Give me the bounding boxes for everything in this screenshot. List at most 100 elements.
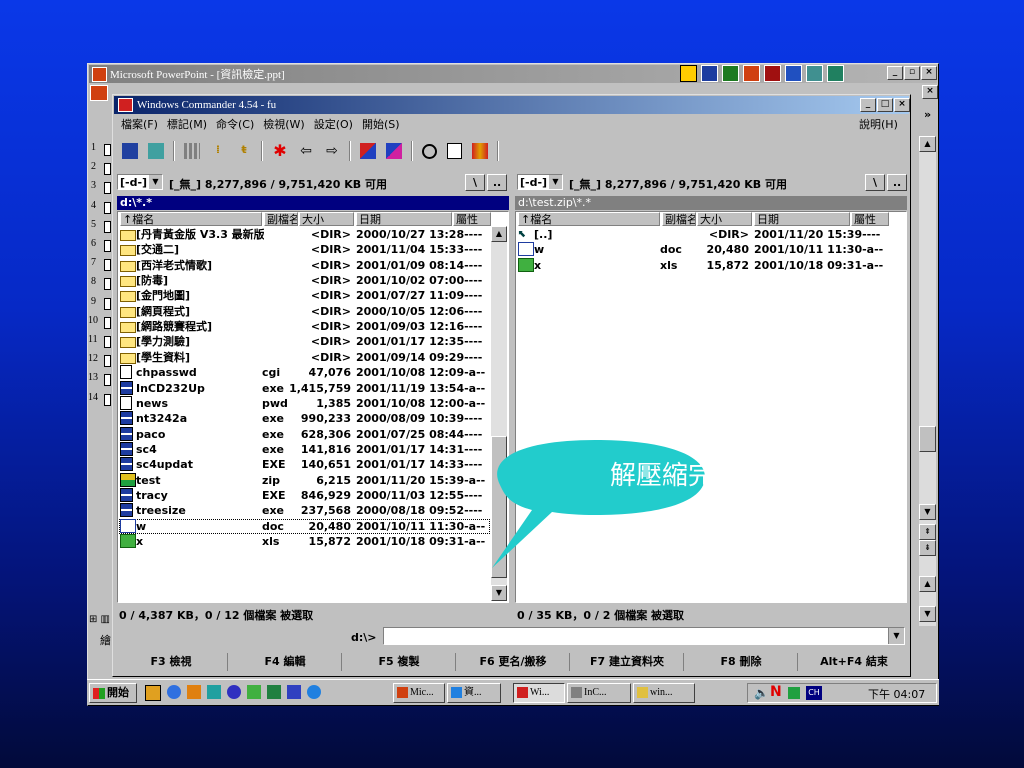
outlook-shortcut-icon[interactable]	[785, 65, 802, 82]
slide-number[interactable]: 4	[91, 200, 96, 211]
slide-number[interactable]: 13	[88, 372, 98, 383]
next-slide-icon[interactable]: ⇟	[919, 540, 936, 556]
column-header[interactable]: ↑檔名	[518, 212, 660, 226]
fkey-button[interactable]: F7 建立資料夾	[571, 653, 684, 671]
file-row[interactable]: x xls 15,872 2001/10/18 09:31-a--	[517, 257, 888, 273]
word-shortcut-icon[interactable]	[701, 65, 718, 82]
scroll-down-icon[interactable]: ▼	[919, 504, 936, 520]
file-row[interactable]: [學力測驗] <DIR> 2001/01/17 12:35----	[119, 334, 490, 349]
access-shortcut-icon[interactable]	[764, 65, 781, 82]
column-header[interactable]: ↑檔名	[120, 212, 262, 226]
column-header[interactable]: 日期	[356, 212, 452, 226]
file-row[interactable]: ⬉ [..] <DIR> 2001/11/20 15:39----	[517, 227, 888, 242]
slide-thumb-icon[interactable]	[104, 316, 111, 329]
menu-help[interactable]: 說明(H)	[859, 117, 898, 133]
slide-thumb-icon[interactable]	[104, 355, 111, 368]
fkey-button[interactable]: Alt+F4 結束	[799, 653, 909, 671]
column-header[interactable]: 大小	[697, 212, 752, 226]
right-up-button[interactable]: ..	[887, 174, 907, 191]
file-row[interactable]: [金門地圖] <DIR> 2001/07/27 11:09----	[119, 288, 490, 303]
unpack-icon[interactable]	[386, 143, 402, 159]
slide-thumb-icon[interactable]	[104, 201, 111, 214]
excel-shortcut-icon[interactable]	[722, 65, 739, 82]
find-icon[interactable]	[422, 143, 437, 159]
tools-icon[interactable]	[247, 685, 261, 699]
task-button[interactable]: win...	[633, 683, 695, 703]
left-scroll-down-icon[interactable]: ▼	[491, 585, 507, 601]
brief-view-icon[interactable]	[184, 143, 200, 159]
powerpoint-shortcut-icon[interactable]	[743, 65, 760, 82]
left-up-button[interactable]: ..	[487, 174, 507, 191]
column-header[interactable]: 屬性	[453, 212, 491, 226]
wc-titlebar[interactable]: Windows Commander 4.54 - fu	[114, 96, 909, 114]
commander-icon[interactable]	[287, 685, 301, 699]
start-button[interactable]: 開始	[89, 683, 137, 703]
slide-number[interactable]: 11	[88, 334, 98, 345]
fkey-button[interactable]: F4 編輯	[229, 653, 342, 671]
close-button[interactable]: ×	[921, 66, 937, 80]
ime-icon[interactable]: CH	[806, 686, 822, 700]
column-header[interactable]: 副檔名	[264, 212, 298, 226]
slide-number[interactable]: 9	[91, 296, 96, 307]
fkey-button[interactable]: F6 更名/搬移	[457, 653, 570, 671]
view-buttons[interactable]: ⊞ ▥	[89, 614, 113, 628]
fkey-button[interactable]: F8 刪除	[685, 653, 798, 671]
volume-icon[interactable]: 🔈	[754, 686, 769, 700]
right-drive-select[interactable]: [-d-] ▼	[517, 174, 563, 190]
task-button[interactable]: InC...	[567, 683, 631, 703]
channel-icon[interactable]	[167, 685, 181, 699]
file-row[interactable]: w doc 20,480 2001/10/11 11:30-a--	[119, 518, 490, 534]
media-player-icon[interactable]	[187, 685, 201, 699]
disk-icon[interactable]	[122, 143, 138, 159]
column-header[interactable]: 日期	[754, 212, 850, 226]
task-button[interactable]: Wi...	[513, 683, 565, 703]
slide-number[interactable]: 6	[91, 238, 96, 249]
file-row[interactable]: x xls 15,872 2001/10/18 09:31-a--	[119, 534, 490, 549]
slide-thumb-icon[interactable]	[104, 374, 111, 387]
menu-item[interactable]: 檢視(W)	[263, 118, 304, 131]
refresh-icon[interactable]	[148, 143, 164, 159]
right-root-button[interactable]: \	[865, 174, 885, 191]
column-header[interactable]: 副檔名	[662, 212, 696, 226]
shortcut-icon[interactable]	[680, 65, 697, 82]
maximize-button[interactable]: ▫	[904, 66, 920, 80]
file-row[interactable]: InCD232Up exe 1,415,759 2001/11/19 13:54-a-…	[119, 380, 490, 396]
slide-thumb-icon[interactable]	[104, 240, 111, 252]
slide-thumb-icon[interactable]	[104, 393, 111, 406]
disk-tool-icon[interactable]	[227, 685, 241, 699]
tray-app-icon[interactable]	[788, 687, 800, 699]
scroll-thumb[interactable]	[919, 426, 936, 452]
slide-number[interactable]: 7	[91, 257, 96, 268]
file-row[interactable]: [網頁程式] <DIR> 2000/10/05 12:06----	[119, 304, 490, 319]
menu-item[interactable]: 開始(S)	[362, 118, 400, 131]
pack-icon[interactable]	[360, 143, 376, 159]
slide-thumb-icon[interactable]	[104, 144, 111, 156]
wc-close-button[interactable]: ×	[894, 98, 910, 112]
notepad-icon[interactable]	[447, 143, 462, 159]
network-icon[interactable]	[267, 685, 281, 699]
slide-thumb-icon[interactable]	[104, 163, 111, 176]
prev-slide-icon[interactable]: ⇞	[919, 524, 936, 540]
scroll-up-icon[interactable]: ▲	[919, 136, 936, 152]
fkey-button[interactable]: F3 檢視	[115, 653, 228, 671]
file-row[interactable]: tracy EXE 846,929 2000/11/03 12:55----	[119, 487, 490, 503]
scroll-up-2-icon[interactable]: ▲	[919, 576, 936, 592]
left-file-panel[interactable]: ↑檔名 副檔名 大小 日期 屬性 [丹青黃金版 V3.3 最新版] <DIR> 2000/1…	[117, 211, 509, 603]
file-row[interactable]: [學生資料] <DIR> 2001/09/14 09:29----	[119, 350, 490, 365]
slide-thumb-icon[interactable]	[104, 220, 111, 233]
slide-number[interactable]: 2	[91, 161, 96, 172]
slide-number[interactable]: 3	[91, 180, 96, 191]
outlook-express-icon[interactable]	[207, 685, 221, 699]
select-star-icon[interactable]: ✱	[272, 143, 288, 159]
left-drive-select[interactable]: [-d-] ▼	[117, 174, 163, 190]
task-button[interactable]: 資...	[447, 683, 501, 703]
file-row[interactable]: [防毒] <DIR> 2001/10/02 07:00----	[119, 273, 490, 288]
file-row[interactable]: [丹青黃金版 V3.3 最新版] <DIR> 2000/10/27 13:28---…	[119, 227, 490, 242]
slide-number[interactable]: 10	[88, 315, 98, 326]
file-row[interactable]: [西洋老式情歌] <DIR> 2001/01/09 08:14----	[119, 258, 490, 273]
file-row[interactable]: nt3242a exe 990,233 2000/08/09 10:39----	[119, 411, 490, 426]
multirename-icon[interactable]	[472, 143, 488, 159]
chevron-down-icon[interactable]: ▼	[888, 628, 904, 644]
wc-minimize-button[interactable]: _	[860, 98, 876, 112]
slide-number[interactable]: 5	[91, 219, 96, 230]
